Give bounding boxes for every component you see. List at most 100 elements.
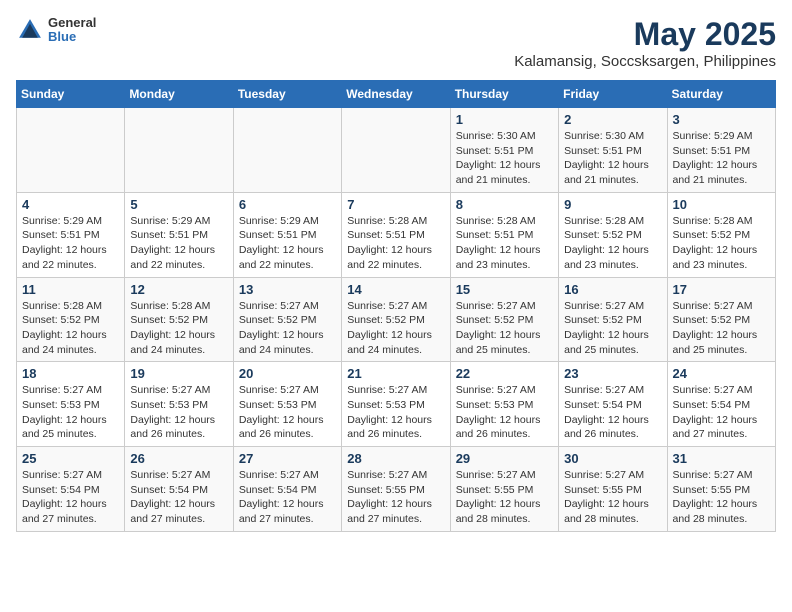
day-info: Sunrise: 5:27 AM Sunset: 5:53 PM Dayligh… — [239, 383, 336, 442]
calendar-cell — [17, 108, 125, 193]
day-info: Sunrise: 5:27 AM Sunset: 5:55 PM Dayligh… — [564, 468, 661, 527]
calendar-cell: 1 Sunrise: 5:30 AM Sunset: 5:51 PM Daylig… — [450, 108, 558, 193]
day-number: 2 — [564, 112, 661, 127]
day-number: 6 — [239, 197, 336, 212]
calendar-cell: 10 Sunrise: 5:28 AM Sunset: 5:52 PM Dayli… — [667, 192, 775, 277]
day-number: 31 — [673, 451, 770, 466]
calendar-cell: 9 Sunrise: 5:28 AM Sunset: 5:52 PM Daylig… — [559, 192, 667, 277]
day-number: 1 — [456, 112, 553, 127]
day-number: 16 — [564, 282, 661, 297]
day-number: 4 — [22, 197, 119, 212]
calendar-cell: 17 Sunrise: 5:27 AM Sunset: 5:52 PM Dayli… — [667, 277, 775, 362]
day-info: Sunrise: 5:27 AM Sunset: 5:53 PM Dayligh… — [130, 383, 227, 442]
day-info: Sunrise: 5:27 AM Sunset: 5:52 PM Dayligh… — [673, 299, 770, 358]
day-number: 8 — [456, 197, 553, 212]
calendar-cell: 8Sunrise: 5:28 AM Sunset: 5:51 PM Daylig… — [450, 192, 558, 277]
day-info: Sunrise: 5:27 AM Sunset: 5:53 PM Dayligh… — [347, 383, 444, 442]
calendar-cell: 5Sunrise: 5:29 AM Sunset: 5:51 PM Daylig… — [125, 192, 233, 277]
calendar-body: 1 Sunrise: 5:30 AM Sunset: 5:51 PM Daylig… — [17, 108, 776, 532]
day-info: Sunrise: 5:29 AM Sunset: 5:51 PM Dayligh… — [22, 214, 119, 273]
calendar-cell: 31 Sunrise: 5:27 AM Sunset: 5:55 PM Dayli… — [667, 447, 775, 532]
weekday-header-thursday: Thursday — [450, 81, 558, 108]
day-info: Sunrise: 5:27 AM Sunset: 5:55 PM Dayligh… — [347, 468, 444, 527]
day-info: Sunrise: 5:29 AM Sunset: 5:51 PM Dayligh… — [673, 129, 770, 188]
calendar-header: SundayMondayTuesdayWednesdayThursdayFrid… — [17, 81, 776, 108]
calendar-cell: 7Sunrise: 5:28 AM Sunset: 5:51 PM Daylig… — [342, 192, 450, 277]
day-number: 24 — [673, 366, 770, 381]
day-info: Sunrise: 5:27 AM Sunset: 5:54 PM Dayligh… — [564, 383, 661, 442]
day-info: Sunrise: 5:28 AM Sunset: 5:52 PM Dayligh… — [22, 299, 119, 358]
calendar-cell: 4 Sunrise: 5:29 AM Sunset: 5:51 PM Daylig… — [17, 192, 125, 277]
logo-icon — [16, 16, 44, 44]
day-info: Sunrise: 5:28 AM Sunset: 5:52 PM Dayligh… — [564, 214, 661, 273]
logo: General Blue — [16, 16, 96, 45]
calendar-cell: 25Sunrise: 5:27 AM Sunset: 5:54 PM Dayli… — [17, 447, 125, 532]
day-info: Sunrise: 5:28 AM Sunset: 5:52 PM Dayligh… — [673, 214, 770, 273]
calendar-cell: 13Sunrise: 5:27 AM Sunset: 5:52 PM Dayli… — [233, 277, 341, 362]
calendar-subtitle: Kalamansig, Soccsksargen, Philippines — [514, 53, 776, 70]
calendar-cell — [125, 108, 233, 193]
logo-line2: Blue — [48, 30, 96, 44]
calendar-week-row: 1 Sunrise: 5:30 AM Sunset: 5:51 PM Daylig… — [17, 108, 776, 193]
calendar-week-row: 25Sunrise: 5:27 AM Sunset: 5:54 PM Dayli… — [17, 447, 776, 532]
day-number: 27 — [239, 451, 336, 466]
day-info: Sunrise: 5:27 AM Sunset: 5:52 PM Dayligh… — [347, 299, 444, 358]
day-info: Sunrise: 5:27 AM Sunset: 5:55 PM Dayligh… — [456, 468, 553, 527]
day-info: Sunrise: 5:29 AM Sunset: 5:51 PM Dayligh… — [239, 214, 336, 273]
day-number: 26 — [130, 451, 227, 466]
day-info: Sunrise: 5:27 AM Sunset: 5:53 PM Dayligh… — [22, 383, 119, 442]
day-number: 22 — [456, 366, 553, 381]
calendar-cell: 12 Sunrise: 5:28 AM Sunset: 5:52 PM Dayli… — [125, 277, 233, 362]
calendar-cell: 30Sunrise: 5:27 AM Sunset: 5:55 PM Dayli… — [559, 447, 667, 532]
weekday-header-monday: Monday — [125, 81, 233, 108]
calendar-cell: 24 Sunrise: 5:27 AM Sunset: 5:54 PM Dayli… — [667, 362, 775, 447]
logo-line1: General — [48, 16, 96, 30]
calendar-cell: 27 Sunrise: 5:27 AM Sunset: 5:54 PM Dayli… — [233, 447, 341, 532]
day-number: 19 — [130, 366, 227, 381]
calendar-cell: 23Sunrise: 5:27 AM Sunset: 5:54 PM Dayli… — [559, 362, 667, 447]
day-number: 7 — [347, 197, 444, 212]
day-info: Sunrise: 5:30 AM Sunset: 5:51 PM Dayligh… — [456, 129, 553, 188]
day-info: Sunrise: 5:27 AM Sunset: 5:53 PM Dayligh… — [456, 383, 553, 442]
title-area: May 2025 Kalamansig, Soccsksargen, Phili… — [514, 16, 776, 70]
calendar-week-row: 4 Sunrise: 5:29 AM Sunset: 5:51 PM Daylig… — [17, 192, 776, 277]
calendar-cell: 21 Sunrise: 5:27 AM Sunset: 5:53 PM Dayli… — [342, 362, 450, 447]
weekday-header-row: SundayMondayTuesdayWednesdayThursdayFrid… — [17, 81, 776, 108]
day-info: Sunrise: 5:27 AM Sunset: 5:54 PM Dayligh… — [673, 383, 770, 442]
day-number: 28 — [347, 451, 444, 466]
calendar-cell: 6 Sunrise: 5:29 AM Sunset: 5:51 PM Daylig… — [233, 192, 341, 277]
day-info: Sunrise: 5:27 AM Sunset: 5:52 PM Dayligh… — [456, 299, 553, 358]
day-number: 10 — [673, 197, 770, 212]
calendar-cell: 18 Sunrise: 5:27 AM Sunset: 5:53 PM Dayli… — [17, 362, 125, 447]
day-number: 9 — [564, 197, 661, 212]
day-number: 20 — [239, 366, 336, 381]
day-number: 11 — [22, 282, 119, 297]
day-number: 12 — [130, 282, 227, 297]
calendar-cell: 14 Sunrise: 5:27 AM Sunset: 5:52 PM Dayli… — [342, 277, 450, 362]
day-number: 3 — [673, 112, 770, 127]
day-info: Sunrise: 5:30 AM Sunset: 5:51 PM Dayligh… — [564, 129, 661, 188]
calendar-cell — [342, 108, 450, 193]
calendar-table: SundayMondayTuesdayWednesdayThursdayFrid… — [16, 80, 776, 532]
day-info: Sunrise: 5:27 AM Sunset: 5:55 PM Dayligh… — [673, 468, 770, 527]
day-number: 14 — [347, 282, 444, 297]
calendar-cell: 26 Sunrise: 5:27 AM Sunset: 5:54 PM Dayli… — [125, 447, 233, 532]
page-header: General Blue May 2025 Kalamansig, Soccsk… — [16, 16, 776, 70]
calendar-cell: 11 Sunrise: 5:28 AM Sunset: 5:52 PM Dayli… — [17, 277, 125, 362]
day-info: Sunrise: 5:27 AM Sunset: 5:54 PM Dayligh… — [239, 468, 336, 527]
calendar-week-row: 18 Sunrise: 5:27 AM Sunset: 5:53 PM Dayli… — [17, 362, 776, 447]
calendar-week-row: 11 Sunrise: 5:28 AM Sunset: 5:52 PM Dayli… — [17, 277, 776, 362]
calendar-cell: 28 Sunrise: 5:27 AM Sunset: 5:55 PM Dayli… — [342, 447, 450, 532]
calendar-cell: 3 Sunrise: 5:29 AM Sunset: 5:51 PM Daylig… — [667, 108, 775, 193]
day-number: 21 — [347, 366, 444, 381]
day-number: 17 — [673, 282, 770, 297]
weekday-header-tuesday: Tuesday — [233, 81, 341, 108]
day-info: Sunrise: 5:28 AM Sunset: 5:52 PM Dayligh… — [130, 299, 227, 358]
day-number: 18 — [22, 366, 119, 381]
day-number: 15 — [456, 282, 553, 297]
calendar-cell: 29Sunrise: 5:27 AM Sunset: 5:55 PM Dayli… — [450, 447, 558, 532]
calendar-cell: 2 Sunrise: 5:30 AM Sunset: 5:51 PM Daylig… — [559, 108, 667, 193]
day-info: Sunrise: 5:27 AM Sunset: 5:54 PM Dayligh… — [22, 468, 119, 527]
day-info: Sunrise: 5:27 AM Sunset: 5:54 PM Dayligh… — [130, 468, 227, 527]
calendar-cell: 22 Sunrise: 5:27 AM Sunset: 5:53 PM Dayli… — [450, 362, 558, 447]
